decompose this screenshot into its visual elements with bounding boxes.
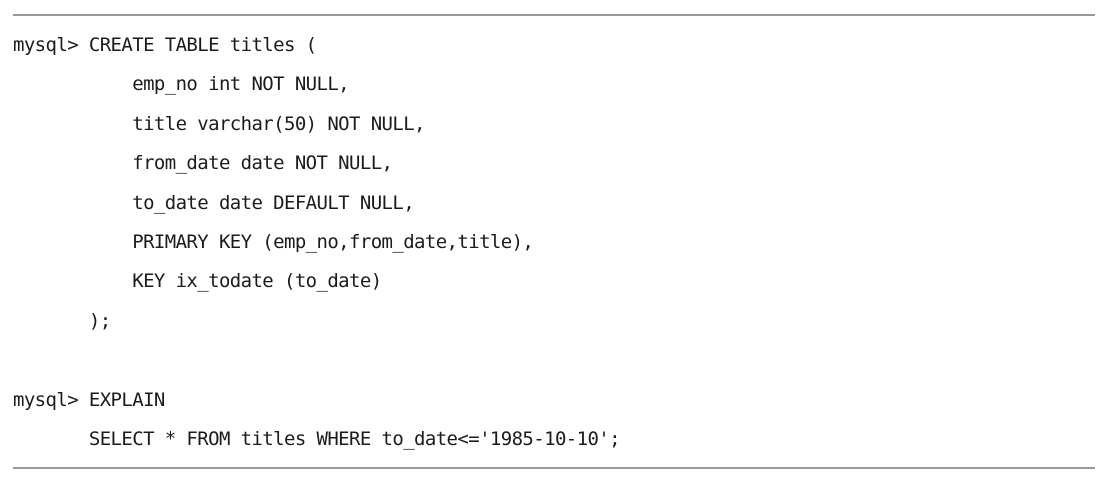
code-text: KEY ix_todate (to_date) xyxy=(88,270,382,293)
code-text: CREATE TABLE titles ( xyxy=(88,34,317,56)
code-text: emp_no int NOT NULL, xyxy=(88,73,350,96)
mysql-prompt: mysql> xyxy=(13,34,89,56)
code-line: PRIMARY KEY (emp_no,from_date,title), xyxy=(13,223,1093,262)
code-text: EXPLAIN xyxy=(88,388,165,411)
mysql-prompt: mysql> xyxy=(13,388,89,411)
top-divider xyxy=(13,14,1095,16)
code-line: from_date date NOT NULL, xyxy=(13,144,1093,183)
code-text: title varchar(50) NOT NULL, xyxy=(88,112,425,135)
code-line: mysql> CREATE TABLE titles ( xyxy=(13,26,1093,65)
code-text: ); xyxy=(13,309,111,332)
code-listing: mysql> CREATE TABLE titles ( emp_no int … xyxy=(13,26,1093,459)
code-text: from_date date NOT NULL, xyxy=(88,152,393,175)
code-line: emp_no int NOT NULL, xyxy=(13,65,1093,104)
code-text: PRIMARY KEY (emp_no,from_date,title), xyxy=(88,230,534,253)
code-line: title varchar(50) NOT NULL, xyxy=(13,105,1093,144)
code-line: ); xyxy=(13,302,1093,341)
code-line: mysql> EXPLAIN xyxy=(13,381,1093,420)
code-text: SELECT * FROM titles WHERE to_date<='198… xyxy=(13,427,621,450)
bottom-divider xyxy=(13,467,1095,469)
code-text: to_date date DEFAULT NULL, xyxy=(88,191,415,214)
code-line: SELECT * FROM titles WHERE to_date<='198… xyxy=(13,420,1093,459)
code-line: to_date date DEFAULT NULL, xyxy=(13,184,1093,223)
code-line: KEY ix_todate (to_date) xyxy=(13,262,1093,301)
